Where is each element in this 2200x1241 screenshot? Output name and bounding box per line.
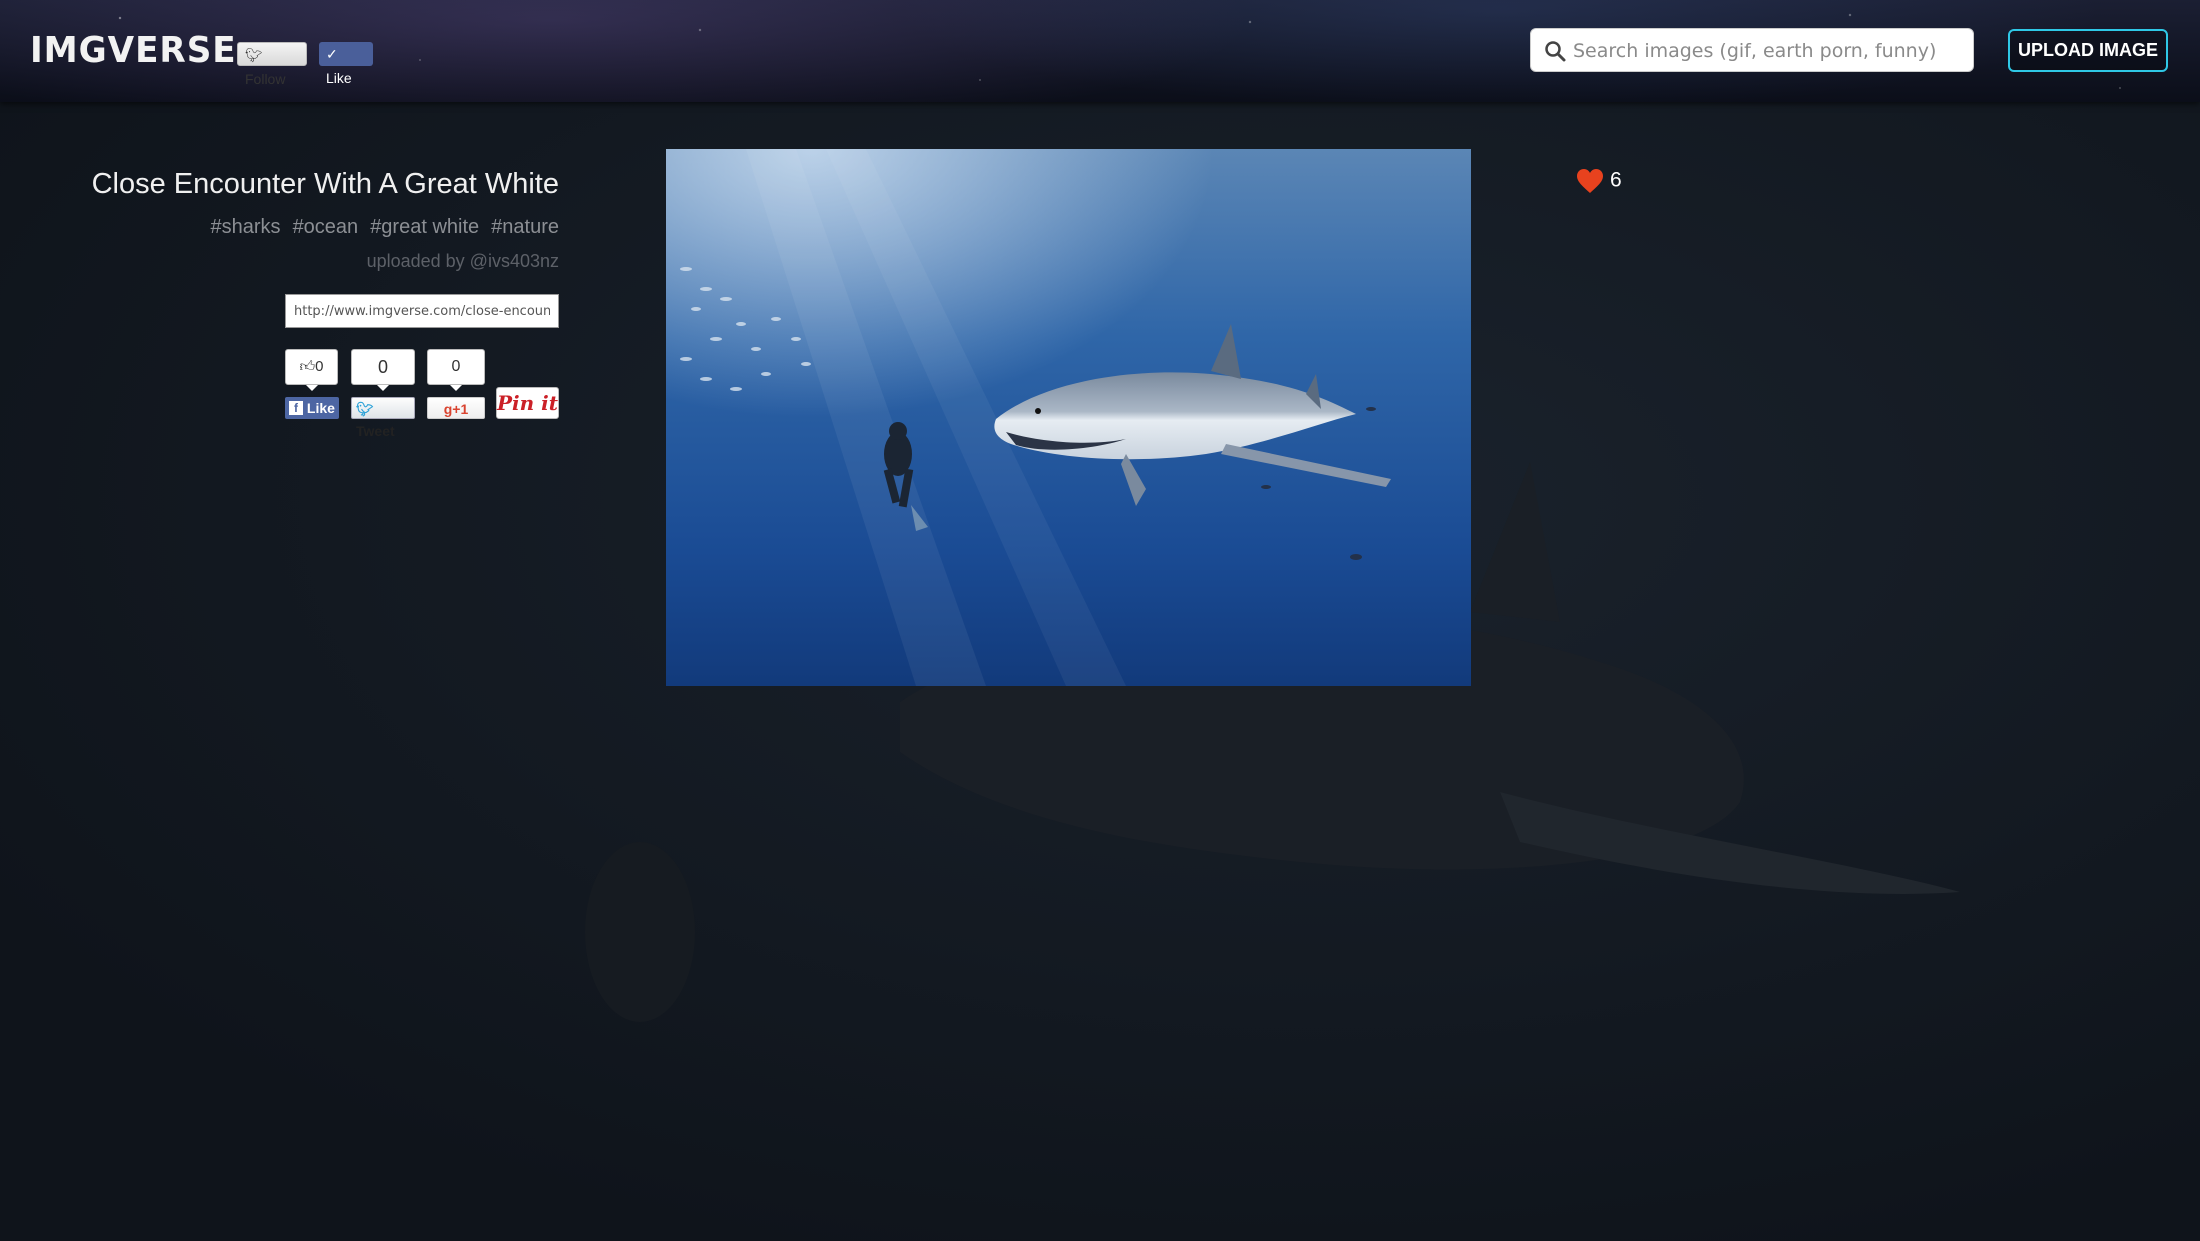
search-box [1530,28,1974,73]
tag-link[interactable]: #great white [370,216,479,238]
tag-link[interactable]: #sharks [211,216,281,238]
favorite-button[interactable]: 6 [1576,168,1622,194]
google-g-icon: g [443,401,453,417]
tag-list: #sharks #ocean #great white #nature [199,216,559,239]
search-icon [1545,41,1566,62]
like-label: Like [326,70,352,86]
like-count: 6 [1610,168,1622,192]
search-input[interactable] [1571,29,1965,73]
tweet-button[interactable]: 🐦︎ Tweet [351,397,415,439]
heart-icon [1577,169,1603,193]
follow-label: Follow [245,71,286,87]
check-icon: ✓ [326,46,338,62]
facebook-like-header-button[interactable]: ✓ Like [319,42,373,86]
site-logo[interactable]: IMGVERSE [30,30,237,71]
tag-link[interactable]: #ocean [293,216,359,238]
twitter-follow-button[interactable]: 🐦︎ Follow [237,42,307,87]
main-image[interactable] [666,149,1471,686]
uploader-link[interactable]: uploaded by @ivs403nz [367,251,559,272]
share-url-field[interactable] [285,294,559,328]
upload-image-button[interactable]: UPLOAD IMAGE [2008,29,2168,72]
image-title: Close Encounter With A Great White [91,168,559,200]
thumbs-up-icon: 👍︎ [299,358,316,375]
gplus-counter: 0 [427,349,485,391]
pinterest-pin-button[interactable]: Pin it [496,387,559,419]
facebook-like-counter: 👍︎0 [285,349,338,391]
google-plus-button[interactable]: g+1 [427,397,485,419]
twitter-bird-icon: 🐦︎ [245,47,263,63]
facebook-icon: f [289,401,303,416]
facebook-like-button[interactable]: f Like [285,397,339,419]
tweet-counter: 0 [351,349,415,391]
twitter-bird-icon: 🐦︎ [356,401,374,417]
tag-link[interactable]: #nature [491,216,559,238]
site-header: IMGVERSE 🐦︎ Follow ✓ Like UPLOAD IMAGE [0,0,2200,102]
